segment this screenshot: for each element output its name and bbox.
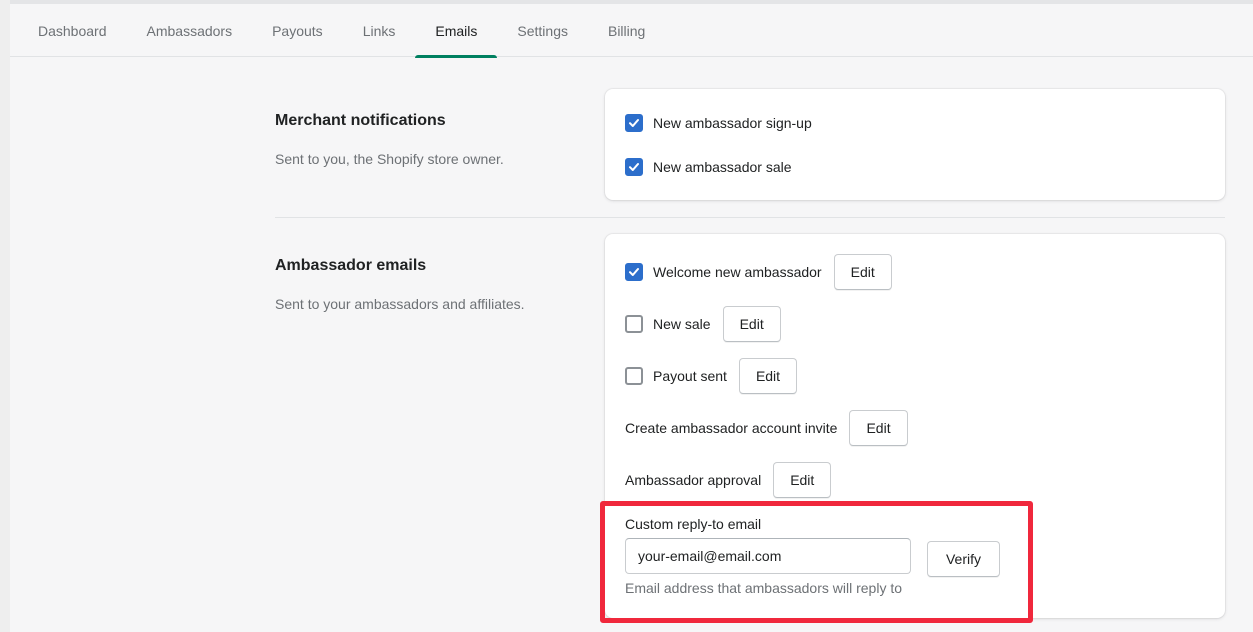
signup-label: New ambassador sign-up xyxy=(653,115,812,131)
tab-emails[interactable]: Emails xyxy=(415,4,498,58)
new-sale-checkbox[interactable] xyxy=(625,315,643,333)
edit-payout-sent-button[interactable]: Edit xyxy=(738,358,798,394)
ambassador-item-welcome: Welcome new ambassador Edit xyxy=(625,254,892,290)
new-sale-label: New sale xyxy=(653,316,711,332)
merchant-notifications-title: Merchant notifications xyxy=(275,112,446,129)
edit-approval-button[interactable]: Edit xyxy=(773,462,832,498)
tab-payouts[interactable]: Payouts xyxy=(252,4,343,57)
merchant-item-sale: New ambassador sale xyxy=(625,149,792,185)
ambassador-item-account-invite: Create ambassador account invite Edit xyxy=(625,410,908,446)
ambassador-emails-title: Ambassador emails xyxy=(275,257,427,274)
welcome-checkbox[interactable] xyxy=(625,263,643,281)
checkmark-icon xyxy=(629,163,639,171)
merchant-notifications-card: New ambassador sign-up New ambassador sa… xyxy=(605,89,1225,200)
ambassador-item-new-sale: New sale Edit xyxy=(625,306,781,342)
account-invite-label: Create ambassador account invite xyxy=(625,420,838,436)
welcome-label: Welcome new ambassador xyxy=(653,264,822,280)
sale-checkbox[interactable] xyxy=(625,158,643,176)
reply-to-email-input[interactable] xyxy=(625,538,911,574)
tab-ambassadors[interactable]: Ambassadors xyxy=(127,4,253,57)
edit-account-invite-button[interactable]: Edit xyxy=(849,410,908,446)
tab-dashboard[interactable]: Dashboard xyxy=(18,4,127,57)
payout-sent-label: Payout sent xyxy=(653,368,727,384)
ambassador-emails-card: Welcome new ambassador Edit New sale Edi… xyxy=(605,234,1225,618)
payout-sent-checkbox[interactable] xyxy=(625,367,643,385)
signup-checkbox[interactable] xyxy=(625,114,643,132)
sale-label: New ambassador sale xyxy=(653,159,792,175)
section-divider xyxy=(275,217,1225,218)
ambassador-item-approval: Ambassador approval Edit xyxy=(625,462,832,498)
ambassador-item-payout-sent: Payout sent Edit xyxy=(625,358,798,394)
tab-bar: Dashboard Ambassadors Payouts Links Emai… xyxy=(10,4,1253,58)
app-shell: Dashboard Ambassadors Payouts Links Emai… xyxy=(10,0,1253,632)
checkmark-icon xyxy=(629,119,639,127)
checkmark-icon xyxy=(629,268,639,276)
reply-to-label: Custom reply-to email xyxy=(625,516,762,532)
tab-settings[interactable]: Settings xyxy=(497,4,588,57)
merchant-notifications-description: Sent to you, the Shopify store owner. xyxy=(275,151,504,167)
approval-label: Ambassador approval xyxy=(625,472,762,488)
edit-welcome-button[interactable]: Edit xyxy=(833,254,892,290)
edit-new-sale-button[interactable]: Edit xyxy=(722,306,781,342)
ambassador-emails-description: Sent to your ambassadors and affiliates. xyxy=(275,296,525,312)
reply-to-help-text: Email address that ambassadors will repl… xyxy=(625,580,903,596)
verify-button[interactable]: Verify xyxy=(927,541,1000,577)
tab-billing[interactable]: Billing xyxy=(588,4,665,57)
merchant-item-signup: New ambassador sign-up xyxy=(625,105,812,141)
tab-links[interactable]: Links xyxy=(343,4,416,57)
